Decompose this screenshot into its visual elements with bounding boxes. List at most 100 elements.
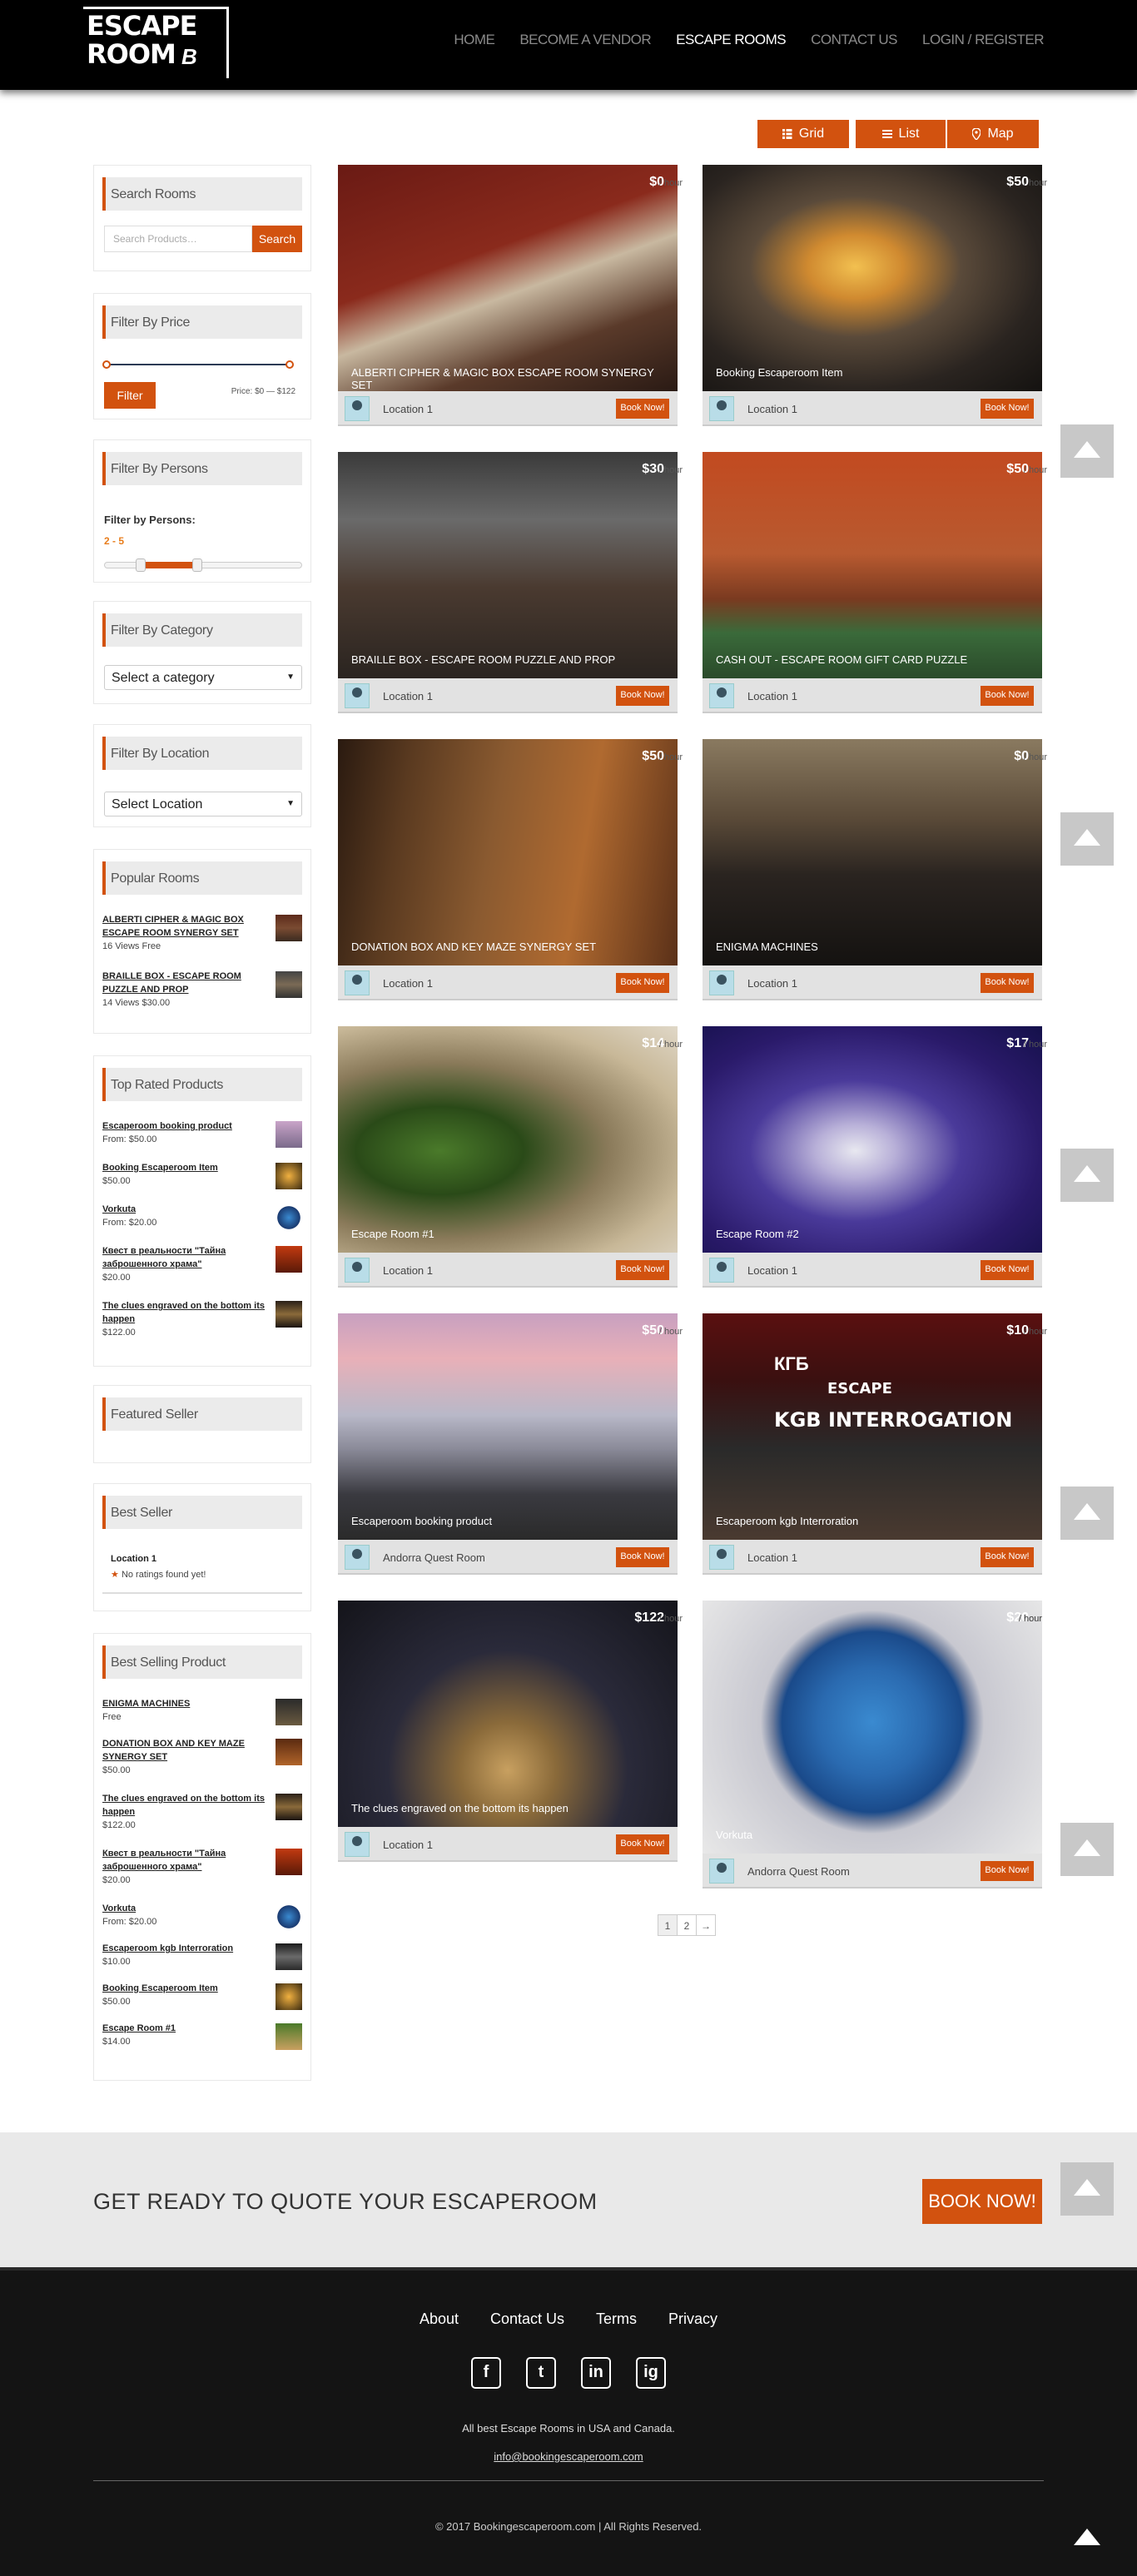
- product-link[interactable]: Escaperoom booking product: [102, 1119, 269, 1133]
- owner-avatar[interactable]: [345, 1258, 370, 1283]
- product-thumbnail[interactable]: [276, 915, 302, 941]
- room-title[interactable]: BRAILLE BOX - ESCAPE ROOM PUZZLE AND PRO…: [351, 653, 615, 666]
- room-title[interactable]: Escaperoom booking product: [351, 1515, 492, 1527]
- room-image[interactable]: [338, 165, 678, 391]
- price-slider-max-handle[interactable]: [285, 360, 294, 369]
- room-image[interactable]: [338, 1313, 678, 1540]
- owner-avatar[interactable]: [709, 683, 734, 708]
- owner-avatar[interactable]: [709, 396, 734, 421]
- room-image[interactable]: [338, 739, 678, 965]
- product-thumbnail[interactable]: [276, 1121, 302, 1148]
- room-image[interactable]: [338, 452, 678, 678]
- owner-avatar[interactable]: [345, 396, 370, 421]
- facebook-icon[interactable]: f: [471, 2357, 501, 2389]
- scroll-top-button[interactable]: [1060, 2512, 1114, 2565]
- location-select[interactable]: Select Location ▼: [104, 792, 302, 816]
- book-now-button[interactable]: Book Now!: [981, 973, 1034, 993]
- room-image[interactable]: [703, 452, 1042, 678]
- scroll-top-button[interactable]: [1060, 812, 1114, 866]
- owner-avatar[interactable]: [709, 970, 734, 995]
- scroll-top-button[interactable]: [1060, 1149, 1114, 1202]
- room-image[interactable]: [338, 1601, 678, 1827]
- nav-contact-us[interactable]: CONTACT US: [811, 32, 897, 48]
- page-1[interactable]: 1: [658, 1914, 678, 1936]
- owner-avatar[interactable]: [709, 1258, 734, 1283]
- price-slider-min-handle[interactable]: [102, 360, 111, 369]
- product-thumbnail[interactable]: [276, 1943, 302, 1970]
- book-now-button[interactable]: Book Now!: [616, 973, 669, 993]
- product-link[interactable]: BRAILLE BOX - ESCAPE ROOM PUZZLE AND PRO…: [102, 970, 269, 996]
- seller-name[interactable]: Location 1: [111, 1554, 156, 1564]
- owner-avatar[interactable]: [345, 683, 370, 708]
- owner-avatar[interactable]: [345, 1545, 370, 1570]
- product-thumbnail[interactable]: [276, 1983, 302, 2010]
- product-link[interactable]: The clues engraved on the bottom its hap…: [102, 1792, 269, 1819]
- search-input[interactable]: Search Products…: [104, 226, 252, 252]
- room-title[interactable]: ENIGMA MACHINES: [716, 941, 818, 953]
- instagram-icon[interactable]: ig: [636, 2357, 666, 2389]
- room-image[interactable]: [703, 1026, 1042, 1253]
- cta-book-button[interactable]: BOOK NOW!: [922, 2179, 1042, 2224]
- room-image[interactable]: ESCAPE KGB INTERROGATION КГБ: [703, 1313, 1042, 1540]
- owner-avatar[interactable]: [345, 970, 370, 995]
- nav-escape-rooms[interactable]: ESCAPE ROOMS: [676, 32, 786, 48]
- book-now-button[interactable]: Book Now!: [616, 686, 669, 706]
- list-view-button[interactable]: List: [856, 120, 946, 148]
- footer-link-privacy[interactable]: Privacy: [668, 2310, 717, 2328]
- room-title[interactable]: Vorkuta: [716, 1829, 752, 1841]
- scroll-top-button[interactable]: [1060, 1487, 1114, 1540]
- product-link[interactable]: Vorkuta: [102, 1203, 269, 1216]
- product-link[interactable]: The clues engraved on the bottom its hap…: [102, 1299, 269, 1326]
- owner-avatar[interactable]: [709, 1859, 734, 1884]
- book-now-button[interactable]: Book Now!: [981, 1861, 1034, 1881]
- product-link[interactable]: Квест в реальности "Тайна заброшенного х…: [102, 1847, 269, 1874]
- price-filter-button[interactable]: Filter: [104, 382, 156, 409]
- search-button[interactable]: Search: [252, 226, 302, 252]
- book-now-button[interactable]: Book Now!: [981, 686, 1034, 706]
- product-thumbnail[interactable]: [276, 971, 302, 998]
- nav-become-vendor[interactable]: BECOME A VENDOR: [519, 32, 651, 48]
- scroll-top-button[interactable]: [1060, 2162, 1114, 2216]
- footer-email-link[interactable]: info@bookingescaperoom.com: [0, 2450, 1137, 2463]
- room-title[interactable]: Escape Room #2: [716, 1228, 799, 1240]
- next-page[interactable]: →: [696, 1914, 716, 1936]
- product-thumbnail[interactable]: [276, 2023, 302, 2050]
- book-now-button[interactable]: Book Now!: [616, 1834, 669, 1854]
- book-now-button[interactable]: Book Now!: [616, 399, 669, 419]
- product-link[interactable]: Vorkuta: [102, 1902, 269, 1915]
- product-link[interactable]: DONATION BOX AND KEY MAZE SYNERGY SET: [102, 1737, 269, 1764]
- price-slider-track[interactable]: [106, 364, 292, 365]
- product-thumbnail[interactable]: [276, 1849, 302, 1875]
- product-thumbnail[interactable]: [276, 1739, 302, 1765]
- room-title[interactable]: The clues engraved on the bottom its hap…: [351, 1802, 568, 1814]
- room-title[interactable]: ALBERTI CIPHER & MAGIC BOX ESCAPE ROOM S…: [351, 366, 678, 391]
- room-image[interactable]: [338, 1026, 678, 1253]
- linkedin-icon[interactable]: in: [581, 2357, 611, 2389]
- grid-view-button[interactable]: Grid: [757, 120, 849, 148]
- product-link[interactable]: Booking Escaperoom Item: [102, 1161, 269, 1174]
- room-image[interactable]: [703, 739, 1042, 965]
- persons-slider-track[interactable]: [104, 562, 302, 568]
- twitter-icon[interactable]: t: [526, 2357, 556, 2389]
- product-thumbnail[interactable]: [276, 1903, 302, 1930]
- category-select[interactable]: Select a category ▼: [104, 665, 302, 690]
- footer-link-about[interactable]: About: [420, 2310, 459, 2328]
- footer-link-contact[interactable]: Contact Us: [490, 2310, 564, 2328]
- product-link[interactable]: Booking Escaperoom Item: [102, 1982, 269, 1995]
- product-thumbnail[interactable]: [276, 1163, 302, 1189]
- footer-link-terms[interactable]: Terms: [596, 2310, 637, 2328]
- map-view-button[interactable]: Map: [947, 120, 1039, 148]
- persons-slider-max-handle[interactable]: [192, 558, 202, 572]
- book-now-button[interactable]: Book Now!: [616, 1260, 669, 1280]
- page-2[interactable]: 2: [677, 1914, 697, 1936]
- nav-home[interactable]: HOME: [454, 32, 495, 48]
- room-image[interactable]: [703, 1601, 1042, 1854]
- room-title[interactable]: DONATION BOX AND KEY MAZE SYNERGY SET: [351, 941, 596, 953]
- room-image[interactable]: [703, 165, 1042, 391]
- nav-login-register[interactable]: LOGIN / REGISTER: [922, 32, 1044, 48]
- product-link[interactable]: Escaperoom kgb Interroration: [102, 1942, 269, 1955]
- product-link[interactable]: ENIGMA MACHINES: [102, 1697, 269, 1710]
- scroll-top-button[interactable]: [1060, 1823, 1114, 1876]
- room-title[interactable]: CASH OUT - ESCAPE ROOM GIFT CARD PUZZLE: [716, 653, 967, 666]
- product-link[interactable]: Escape Room #1: [102, 2022, 269, 2035]
